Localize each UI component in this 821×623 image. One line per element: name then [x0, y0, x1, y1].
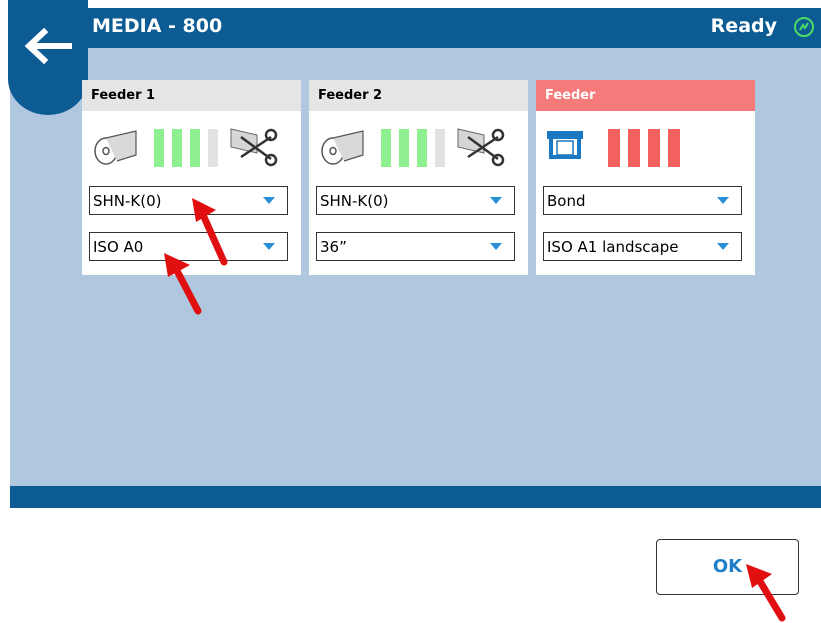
feeder-card-3: Feeder Bond ISO A1 landscape	[536, 80, 755, 275]
chevron-down-icon	[717, 243, 729, 250]
paper-level-bar	[628, 129, 640, 167]
chevron-down-icon	[490, 243, 502, 250]
roll-icon	[94, 130, 137, 165]
tray-icon	[547, 131, 583, 159]
feeder-status-row	[82, 111, 301, 181]
feeder-card-title: Feeder	[536, 80, 755, 111]
chevron-down-icon	[263, 243, 275, 250]
media-size-dropdown[interactable]: 36”	[316, 232, 515, 261]
feeder-card-title: Feeder 2	[309, 80, 528, 111]
media-type-value: SHN-K(0)	[320, 192, 389, 210]
paper-level-bar	[648, 129, 660, 167]
paper-level-bar	[435, 129, 445, 167]
feeder-card-2: Feeder 2 SHN-K(0) 36”	[309, 80, 528, 275]
header-bar: MEDIA - 800 Ready	[10, 8, 821, 48]
media-size-value: ISO A0	[93, 238, 144, 256]
media-type-value: SHN-K(0)	[93, 192, 162, 210]
annotation-arrow-icon	[746, 564, 786, 622]
ready-status-icon	[794, 17, 814, 37]
cutter-icon	[457, 128, 505, 167]
back-arrow-icon	[24, 28, 72, 64]
paper-level-bar	[399, 129, 409, 167]
chevron-down-icon	[263, 197, 275, 204]
media-type-dropdown[interactable]: Bond	[543, 186, 742, 215]
annotation-arrow-icon	[164, 253, 202, 315]
feeder-status-row	[309, 111, 528, 181]
paper-level-bar	[668, 129, 680, 167]
paper-level-bar	[154, 129, 164, 167]
roll-icon	[321, 130, 364, 165]
feeder-status-row	[536, 111, 755, 181]
cutter-icon	[230, 128, 278, 167]
paper-level-bar	[417, 129, 427, 167]
media-size-dropdown[interactable]: ISO A1 landscape	[543, 232, 742, 261]
media-size-value: ISO A1 landscape	[547, 238, 679, 256]
paper-level-bar	[208, 129, 218, 167]
paper-level-bar	[172, 129, 182, 167]
paper-level-bar	[381, 129, 391, 167]
chevron-down-icon	[490, 197, 502, 204]
media-size-value: 36”	[320, 238, 347, 256]
paper-level-bar	[190, 129, 200, 167]
back-button[interactable]	[8, 0, 88, 115]
paper-level-bar	[608, 129, 620, 167]
page-title: MEDIA - 800	[92, 15, 223, 37]
feeder-card-title: Feeder 1	[82, 80, 301, 111]
status-text: Ready	[710, 15, 777, 37]
media-type-value: Bond	[547, 192, 586, 210]
media-type-dropdown[interactable]: SHN-K(0)	[316, 186, 515, 215]
chevron-down-icon	[717, 197, 729, 204]
bottom-bar	[10, 486, 821, 508]
